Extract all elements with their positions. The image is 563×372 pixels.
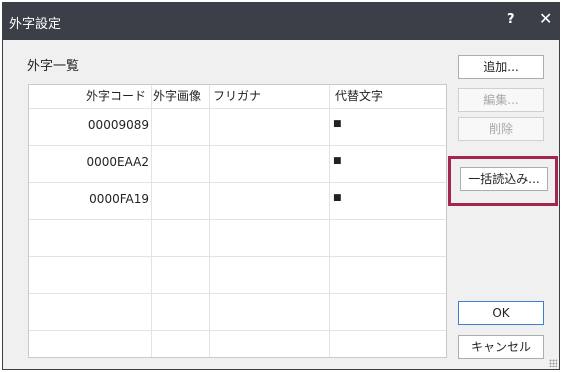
ok-button[interactable]: OK [458,301,544,325]
help-icon[interactable]: ? [507,12,515,27]
row-separator [29,108,446,109]
row-separator [29,182,446,183]
row-separator [29,145,446,146]
column-header-furigana[interactable]: フリガナ [213,85,323,108]
title-bar: 外字設定 ? ✕ [3,3,559,40]
row-3-alt[interactable]: ■ [333,193,342,203]
dialog-title: 外字設定 [9,17,62,32]
column-divider [329,85,330,357]
column-divider [446,85,447,357]
add-button[interactable]: 追加... [458,55,544,79]
gaiji-list-label: 外字一覧 [27,59,80,74]
highlight-frame [448,156,558,206]
row-separator [29,293,446,294]
row-2-alt[interactable]: ■ [333,156,342,166]
column-divider [151,85,152,357]
column-header-alt[interactable]: 代替文字 [335,85,445,108]
gaiji-table[interactable]: 外字コード 外字画像 フリガナ 代替文字 00009089 ■ 0000EAA2… [28,84,447,358]
cancel-button[interactable]: キャンセル [458,335,544,359]
gaiji-settings-dialog: 外字設定 ? ✕ 外字一覧 外字コード 外字画像 フリガナ 代替文字 00009… [2,2,560,370]
row-1-code[interactable]: 00009089 [29,118,149,132]
edit-button[interactable]: 編集... [458,88,544,112]
row-3-code[interactable]: 0000FA19 [29,192,149,206]
delete-button[interactable]: 削除 [458,117,544,141]
column-header-image[interactable]: 外字画像 [153,85,209,108]
row-separator [29,256,446,257]
column-divider [209,85,210,357]
row-2-code[interactable]: 0000EAA2 [29,155,149,169]
column-header-code[interactable]: 外字コード [29,85,149,108]
row-separator [29,330,446,331]
row-separator [29,219,446,220]
resize-grip-icon[interactable] [549,359,557,367]
close-icon[interactable]: ✕ [539,9,552,28]
row-1-alt[interactable]: ■ [333,119,342,129]
